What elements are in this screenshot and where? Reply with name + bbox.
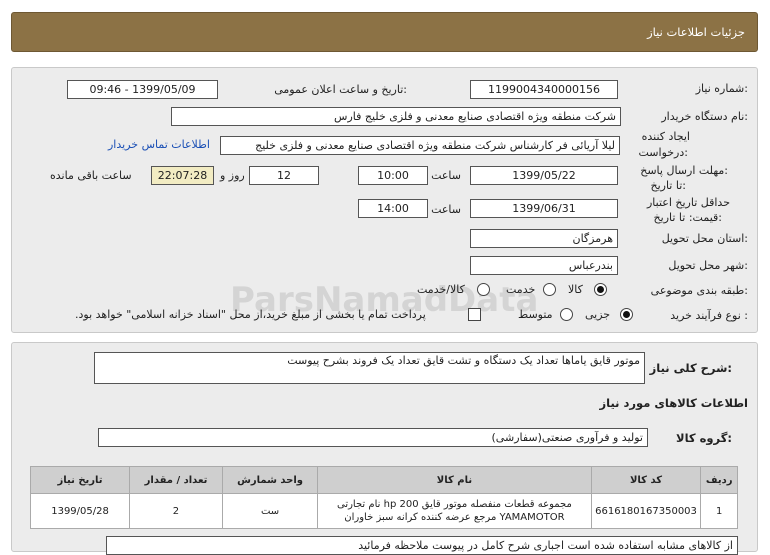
- cell-qty: 2: [129, 493, 223, 529]
- category-goods-label: کالا: [568, 283, 583, 296]
- announce-field: 1399/05/09 - 09:46: [67, 80, 218, 99]
- category-radio-both[interactable]: [477, 283, 490, 296]
- validity-time-label: ساعت: [431, 203, 461, 216]
- category-radio-goods[interactable]: [594, 283, 607, 296]
- page-header: جزئیات اطلاعات نیاز: [11, 12, 758, 52]
- creator-field: لیلا آریائی فر کارشناس شرکت منطقه ویژه ا…: [220, 136, 620, 155]
- remaining-label: ساعت باقی مانده: [50, 169, 132, 182]
- creator-label-1: ایجاد کننده: [641, 130, 690, 143]
- days-remaining-field: 12: [249, 166, 319, 185]
- table-row: 1 6616180167350003 مجموعه قطعات منفصله م…: [29, 493, 738, 529]
- deadline-label-1: مهلت ارسال پاسخ:: [640, 164, 728, 177]
- category-radio-service[interactable]: [543, 283, 556, 296]
- city-label: شهر محل تحویل:: [668, 259, 748, 272]
- cell-code: 6616180167350003: [590, 493, 702, 529]
- deadline-label-2: تا تاریخ:: [650, 179, 686, 192]
- goods-table: ردیف کد کالا نام کالا واحد شمارش تعداد /…: [29, 466, 738, 529]
- process-medium-label: متوسط: [518, 308, 553, 321]
- validity-label-2: قیمت: تا تاریخ:: [653, 211, 722, 224]
- creator-label-2: درخواست:: [638, 146, 689, 159]
- bottom-note-field: از کالاهای مشابه استفاده شده است اجباری …: [106, 536, 738, 555]
- deadline-time-label: ساعت: [431, 169, 461, 182]
- col-row: ردیف: [700, 466, 738, 494]
- col-date: تاریخ نیاز: [29, 466, 131, 494]
- cell-row: 1: [700, 493, 738, 529]
- process-minor-label: جزیی: [585, 308, 611, 321]
- col-code: کد کالا: [590, 466, 702, 494]
- cell-date: 1399/05/28: [29, 493, 131, 529]
- days-label: روز و: [220, 169, 245, 182]
- process-radio-minor[interactable]: [620, 308, 633, 321]
- province-field: هرمزگان: [470, 229, 618, 248]
- province-label: استان محل تحویل:: [661, 232, 748, 245]
- category-service-label: خدمت: [506, 283, 536, 296]
- col-qty: تعداد / مقدار: [129, 466, 223, 494]
- buyer-contact-link[interactable]: اطلاعات تماس خریدار: [108, 138, 210, 151]
- buyer-label: نام دستگاه خریدار:: [661, 110, 748, 123]
- col-unit: واحد شمارش: [221, 466, 319, 494]
- goods-group-field: تولید و فرآوری صنعتی(سفارشی): [98, 428, 648, 447]
- validity-time-field: 14:00: [358, 199, 428, 218]
- page-title: جزئیات اطلاعات نیاز: [647, 25, 745, 39]
- description-label: شرح کلی نیاز:: [649, 361, 732, 375]
- city-field: بندرعباس: [470, 256, 618, 275]
- remaining-time-field: 22:07:28: [151, 166, 214, 185]
- announce-label: تاریخ و ساعت اعلان عمومی:: [274, 83, 407, 96]
- need-number-field: 1199004340000156: [470, 80, 618, 99]
- treasury-payment-note: پرداخت تمام یا بخشی از مبلغ خرید،از محل …: [75, 308, 426, 321]
- buyer-field: شرکت منطقه ویژه اقتصادی صنایع معدنی و فل…: [171, 107, 621, 126]
- goods-table-header: ردیف کد کالا نام کالا واحد شمارش تعداد /…: [29, 466, 738, 494]
- validity-date-field: 1399/06/31: [470, 199, 618, 218]
- goods-section-title: اطلاعات کالاهای مورد نیاز: [599, 396, 748, 410]
- col-name: نام کالا: [317, 466, 592, 494]
- need-number-label: شماره نیاز:: [695, 82, 748, 95]
- category-both-label: کالا/خدمت: [417, 283, 465, 296]
- goods-group-label: گروه کالا:: [676, 431, 732, 445]
- process-radio-medium[interactable]: [560, 308, 573, 321]
- cell-unit: ست: [221, 493, 319, 529]
- cell-name-line2: YAMAMOTOR مرجع عرضه کننده کرانه سبز خاور…: [344, 512, 565, 523]
- deadline-time-field: 10:00: [358, 166, 428, 185]
- process-label: نوع فرآیند خرید :: [670, 309, 748, 322]
- cell-name-line1: مجموعه قطعات منفصله موتور قایق 200 hp نا…: [336, 499, 572, 510]
- description-field: موتور قایق یاماها تعداد یک دستگاه و تشت …: [94, 352, 645, 384]
- cell-name: مجموعه قطعات منفصله موتور قایق 200 hp نا…: [317, 493, 592, 529]
- deadline-date-field: 1399/05/22: [470, 166, 618, 185]
- treasury-payment-checkbox[interactable]: [468, 308, 481, 321]
- category-label: طبقه بندی موضوعی:: [650, 284, 748, 297]
- validity-label-1: حداقل تاریخ اعتبار: [646, 196, 730, 209]
